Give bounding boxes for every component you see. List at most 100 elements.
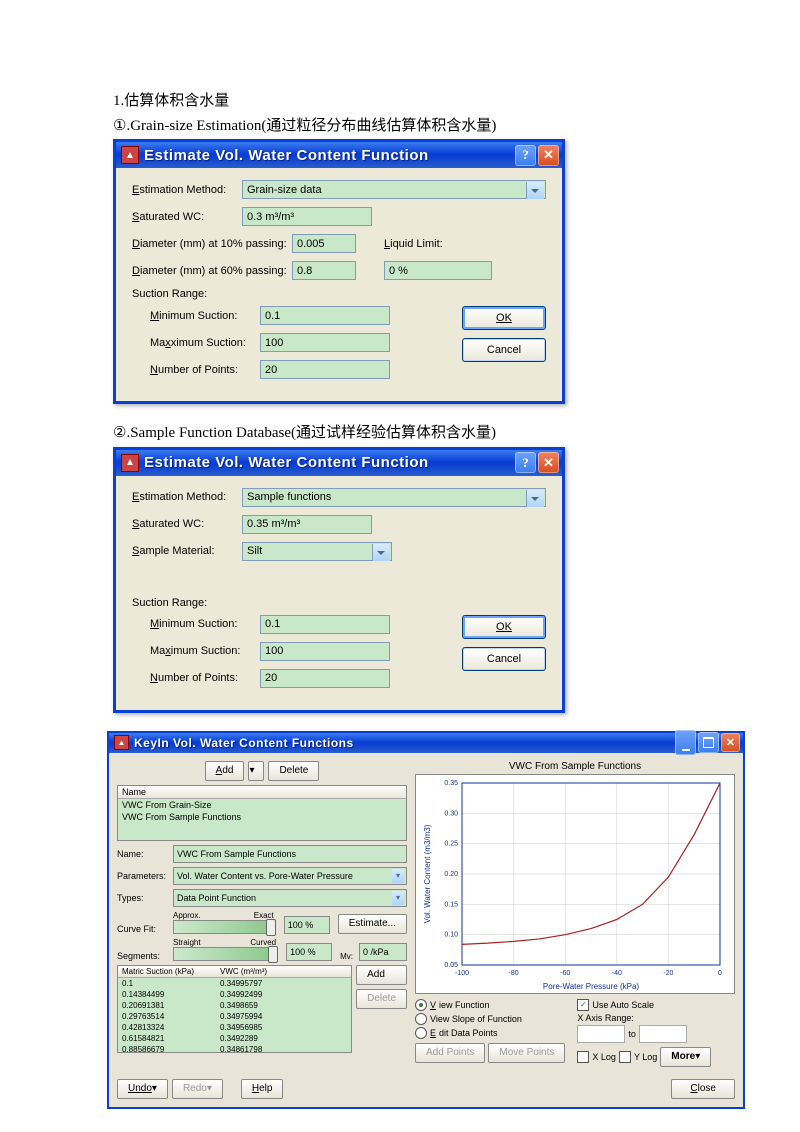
saturated-wc-input[interactable]: 0.35 m³/m³ [242, 515, 372, 534]
close-icon[interactable]: ✕ [538, 145, 559, 166]
parameters-select[interactable]: Vol. Water Content vs. Pore-Water Pressu… [173, 867, 407, 885]
keyin-dialog: ▲ KeyIn Vol. Water Content Functions ✕ A… [107, 731, 745, 1109]
svg-text:-100: -100 [455, 970, 469, 977]
estimate-button[interactable]: Estimate... [338, 914, 407, 934]
view-function-radio[interactable]: View Function [415, 999, 565, 1011]
estimation-method-label: Estimation Method: [132, 491, 242, 503]
redo-button[interactable]: Redo ▾ [172, 1079, 223, 1099]
slider-thumb[interactable] [266, 919, 276, 936]
add-points-button[interactable]: Add Points [415, 1043, 485, 1063]
table-row[interactable]: 0.885866790.34861798 [118, 1044, 351, 1053]
svg-text:0.15: 0.15 [444, 901, 458, 908]
curve-fit-label: Curve Fit: [117, 924, 169, 934]
cancel-button[interactable]: Cancel [462, 338, 546, 362]
ok-button[interactable]: OK [462, 615, 546, 639]
straight-label: Straight [173, 938, 201, 947]
list-item[interactable]: VWC From Sample Functions [118, 811, 406, 823]
add-point-button[interactable]: Add [356, 965, 407, 985]
curve-fit-value[interactable]: 100 % [284, 916, 330, 934]
view-slope-radio[interactable]: View Slope of Function [415, 1013, 565, 1025]
ylog-check[interactable]: Y Log [619, 1051, 657, 1063]
help-button[interactable]: Help [241, 1079, 284, 1099]
app-icon: ▲ [121, 146, 139, 164]
svg-text:Vol. Water Content (m3/m3): Vol. Water Content (m3/m3) [423, 824, 432, 923]
approx-label: Approx. [173, 911, 201, 920]
saturated-wc-input[interactable]: 0.3 m³/m³ [242, 207, 372, 226]
types-label: Types: [117, 893, 169, 903]
titlebar[interactable]: ▲ KeyIn Vol. Water Content Functions ✕ [109, 733, 743, 753]
delete-point-button[interactable]: Delete [356, 989, 407, 1009]
min-suction-input[interactable]: 0.1 [260, 615, 390, 634]
chart-title: VWC From Sample Functions [415, 761, 735, 772]
estimation-method-select[interactable]: Sample functions [242, 488, 546, 507]
x-range-from[interactable] [577, 1025, 625, 1043]
xlog-check[interactable]: X Log [577, 1051, 616, 1063]
name-input[interactable]: VWC From Sample Functions [173, 845, 407, 863]
num-points-input[interactable]: 20 [260, 669, 390, 688]
max-suction-input[interactable]: 100 [260, 642, 390, 661]
ok-button[interactable]: OK [462, 306, 546, 330]
mv-input[interactable]: 0 /kPa [359, 943, 407, 961]
table-row[interactable]: 0.428133240.34956985 [118, 1022, 351, 1033]
edit-points-radio[interactable]: Edit Data Points [415, 1027, 565, 1039]
cancel-button[interactable]: Cancel [462, 647, 546, 671]
mv-label: Mv: [340, 952, 353, 961]
col-vwc: VWC (m³/m³) [216, 966, 314, 977]
svg-text:Pore-Water Pressure (kPa): Pore-Water Pressure (kPa) [543, 982, 640, 991]
window-title: Estimate Vol. Water Content Function [144, 454, 513, 471]
min-suction-input[interactable]: 0.1 [260, 306, 390, 325]
data-table[interactable]: Matric Suction (kPa)VWC (m³/m³) 0.10.349… [117, 965, 352, 1053]
app-icon: ▲ [114, 735, 129, 750]
titlebar[interactable]: ▲ Estimate Vol. Water Content Function ?… [116, 142, 562, 168]
minimize-icon[interactable] [675, 730, 696, 755]
curve-fit-slider[interactable] [173, 920, 274, 934]
segments-value[interactable]: 100 % [286, 943, 332, 961]
sample-material-label: Sample Material: [132, 545, 242, 557]
list-item[interactable]: VWC From Grain-Size [118, 799, 406, 811]
x-range-to[interactable] [639, 1025, 687, 1043]
svg-text:0.20: 0.20 [444, 871, 458, 878]
maximize-icon[interactable] [698, 732, 719, 753]
table-row[interactable]: 0.10.34995797 [118, 978, 351, 989]
col-suction: Matric Suction (kPa) [118, 966, 216, 977]
functions-listbox[interactable]: Name VWC From Grain-Size VWC From Sample… [117, 785, 407, 841]
more-button[interactable]: More ▾ [660, 1047, 711, 1067]
estimation-method-label: Estimation Method: [132, 184, 242, 196]
titlebar[interactable]: ▲ Estimate Vol. Water Content Function ?… [116, 450, 562, 476]
segments-slider[interactable] [173, 947, 276, 961]
svg-text:-20: -20 [663, 970, 673, 977]
table-row[interactable]: 0.615848210.3492289 [118, 1033, 351, 1044]
doc-heading-3: ②.Sample Function Database(通过试样经验估算体积含水量… [113, 422, 800, 445]
close-icon[interactable]: ✕ [721, 733, 740, 752]
num-points-input[interactable]: 20 [260, 360, 390, 379]
table-row[interactable]: 0.206913810.3498659 [118, 1000, 351, 1011]
to-label: to [628, 1029, 636, 1039]
auto-scale-check[interactable]: ✓Use Auto Scale [577, 999, 711, 1011]
add-button[interactable]: AAdddd [205, 761, 245, 781]
d60-input[interactable]: 0.8 [292, 261, 356, 280]
liquid-limit-input[interactable]: 0 % [384, 261, 492, 280]
close-icon[interactable]: ✕ [538, 452, 559, 473]
table-row[interactable]: 0.297635140.34975994 [118, 1011, 351, 1022]
help-icon[interactable]: ? [515, 145, 536, 166]
estimation-method-select[interactable]: Grain-size data [242, 180, 546, 199]
sample-material-select[interactable]: Silt [242, 542, 392, 561]
max-suction-label: Maxximum Suction: [150, 337, 260, 349]
types-select[interactable]: Data Point Function [173, 889, 407, 907]
d10-input[interactable]: 0.005 [292, 234, 356, 253]
add-dropdown-icon[interactable]: ▾ [248, 761, 264, 781]
max-suction-input[interactable]: 100 [260, 333, 390, 352]
table-row[interactable]: 0.143844990.34992499 [118, 989, 351, 1000]
move-points-button[interactable]: Move Points [488, 1043, 565, 1063]
window-title: Estimate Vol. Water Content Function [144, 147, 513, 164]
name-label: Name: [117, 849, 169, 859]
vwc-chart: -100-80-60-40-2000.050.100.150.200.250.3… [415, 774, 735, 994]
svg-text:0.35: 0.35 [444, 780, 458, 787]
close-button[interactable]: Close [671, 1079, 735, 1099]
max-suction-label: Maximum Suction: [150, 645, 260, 657]
help-icon[interactable]: ? [515, 452, 536, 473]
estimate-dialog-sample: ▲ Estimate Vol. Water Content Function ?… [113, 447, 565, 713]
undo-button[interactable]: Undo ▾ [117, 1079, 168, 1099]
slider-thumb[interactable] [268, 946, 278, 963]
delete-button[interactable]: Delete [268, 761, 319, 781]
